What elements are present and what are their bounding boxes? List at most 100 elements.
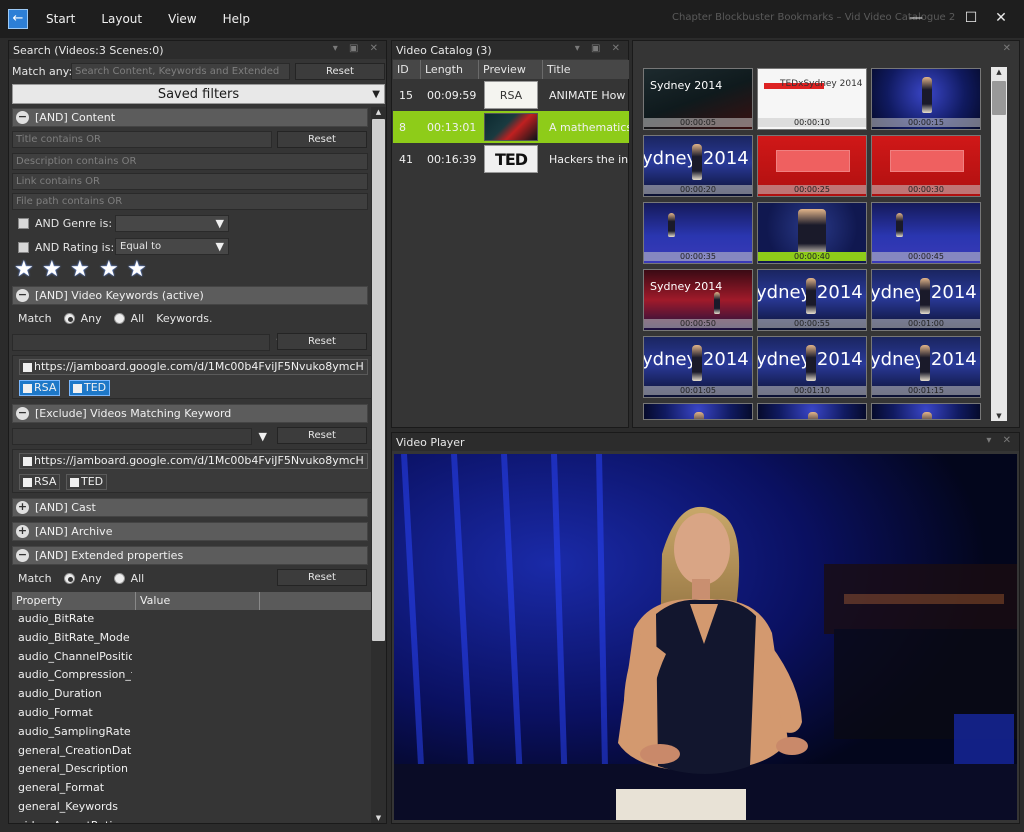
archive-section-header[interactable]: + [AND] Archive [12,522,368,541]
saved-filters-dropdown[interactable]: Saved filters ▼ [12,84,385,104]
rating-star-5-icon[interactable]: ★ [127,259,147,281]
collapse-icon[interactable]: − [16,407,29,420]
column-header-id[interactable]: ID [393,60,421,79]
column-header-length[interactable]: Length [421,60,479,79]
catalog-row[interactable]: 15 00:09:59 RSA ANIMATE How [393,79,629,111]
keywords-reset-button[interactable]: Reset [277,333,367,350]
column-header-value[interactable]: Value [136,592,260,610]
rating-star-2-icon[interactable]: ★ [42,259,62,281]
keywords-all-radio[interactable] [113,313,125,324]
rating-star-3-icon[interactable]: ★ [70,259,90,281]
extended-reset-button[interactable]: Reset [277,569,367,586]
scene-thumbnail[interactable] [871,403,981,420]
exclude-chip-ted[interactable]: TED [66,474,108,490]
scene-thumbnail[interactable]: 00:00:40 [757,202,867,264]
property-row[interactable]: audio_Format [12,704,132,723]
match-any-input[interactable]: Search Content, Keywords and Extended [71,63,290,80]
menu-view[interactable]: View [168,12,196,26]
scene-thumbnail[interactable]: 00:00:25 [757,135,867,197]
description-contains-input[interactable]: Description contains OR [12,153,368,170]
property-row[interactable]: audio_SamplingRate [12,723,132,742]
minimize-icon[interactable]: — [905,8,927,28]
close-icon[interactable]: ✕ [990,8,1012,28]
maximize-icon[interactable]: ☐ [960,8,982,28]
genre-checkbox[interactable] [18,218,29,229]
scene-thumbnail[interactable]: 00:00:35 [643,202,753,264]
scene-thumbnail[interactable]: ydney 2014 00:00:55 [757,269,867,331]
property-row[interactable]: general_CreationDate [12,742,132,761]
panel-close-icon[interactable]: ✕ [1003,43,1015,54]
panel-controls-icon[interactable]: ▾ ✕ [986,435,1015,446]
column-header-preview[interactable]: Preview [479,60,543,79]
scroll-down-icon[interactable]: ▼ [991,411,1007,421]
scene-thumbnail[interactable]: ydney 2014 00:01:10 [757,336,867,398]
scenes-scrollbar[interactable]: ▲ ▼ [991,67,1007,421]
scene-thumbnail[interactable] [757,403,867,420]
scene-thumbnail[interactable]: Sydney 2014 00:00:50 [643,269,753,331]
app-back-icon[interactable]: ← [8,9,28,29]
scene-thumbnail[interactable]: ydney 2014 00:01:15 [871,336,981,398]
property-row[interactable]: general_Keywords [12,798,132,817]
scene-thumbnail[interactable]: ydney 2014 00:00:20 [643,135,753,197]
collapse-icon[interactable]: − [16,289,29,302]
property-row[interactable]: audio_Compression_f [12,666,132,685]
scrollbar-thumb[interactable] [372,119,385,641]
scene-thumbnail[interactable]: Sydney 2014 00:00:05 [643,68,753,130]
extended-all-radio[interactable] [113,573,125,584]
rating-operator-select[interactable]: Equal to ▼ [115,238,229,255]
link-contains-input[interactable]: Link contains OR [12,173,368,190]
rating-checkbox[interactable] [18,242,29,253]
property-row[interactable]: audio_Duration [12,685,132,704]
panel-controls-icon[interactable]: ▾ ▣ ✕ [333,43,382,54]
filepath-contains-input[interactable]: File path contains OR [12,193,368,210]
video-frame[interactable] [394,454,1017,820]
property-row[interactable]: audio_BitRate [12,610,132,629]
extended-any-radio[interactable] [63,573,75,584]
exclude-reset-button[interactable]: Reset [277,427,367,444]
content-reset-button[interactable]: Reset [277,131,367,148]
catalog-row[interactable]: 8 00:13:01 A mathematics [393,111,629,143]
scroll-down-icon[interactable]: ▼ [371,813,386,823]
keyword-chip-jamboard[interactable]: https://jamboard.google.com/d/1Mc00b4Fvi… [19,359,368,375]
column-header-title[interactable]: Title [543,60,629,79]
search-scrollbar[interactable]: ▲ ▼ [371,107,386,823]
menu-layout[interactable]: Layout [101,12,142,26]
scrollbar-thumb[interactable] [992,81,1006,115]
column-header-property[interactable]: Property [12,592,136,610]
rating-star-1-icon[interactable]: ★ [14,259,34,281]
catalog-row[interactable]: 41 00:16:39 TED Hackers the in [393,143,629,175]
property-row[interactable]: audio_BitRate_Mode [12,629,132,648]
scene-thumbnail[interactable]: 00:00:30 [871,135,981,197]
expand-icon[interactable]: + [16,525,29,538]
property-row[interactable]: video_AspectRatio [12,817,132,823]
scene-thumbnail[interactable]: TEDxSydney 2014 00:00:10 [757,68,867,130]
collapse-icon[interactable]: − [16,549,29,562]
menu-start[interactable]: Start [46,12,75,26]
scroll-up-icon[interactable]: ▲ [991,67,1007,77]
exclude-keywords-select[interactable]: ▼ [12,428,267,445]
rating-star-4-icon[interactable]: ★ [99,259,119,281]
keyword-chip-ted[interactable]: TED [69,380,111,396]
exclude-section-header[interactable]: − [Exclude] Videos Matching Keyword [12,404,368,423]
keywords-select[interactable]: ▼ [12,334,285,351]
exclude-chip-jamboard[interactable]: https://jamboard.google.com/d/1Mc00b4Fvi… [19,453,368,469]
property-row[interactable]: general_Description [12,760,132,779]
panel-controls-icon[interactable]: ▾ ▣ ✕ [575,43,624,54]
cast-section-header[interactable]: + [AND] Cast [12,498,368,517]
genre-select[interactable]: ▼ [115,215,229,232]
scene-thumbnail[interactable]: 00:00:45 [871,202,981,264]
collapse-icon[interactable]: − [16,111,29,124]
content-section-header[interactable]: − [AND] Content [12,108,368,127]
scene-thumbnail[interactable]: ydney 2014 00:01:00 [871,269,981,331]
keywords-section-header[interactable]: − [AND] Video Keywords (active) [12,286,368,305]
scene-thumbnail[interactable]: 00:00:15 [871,68,981,130]
property-row[interactable]: general_Format [12,779,132,798]
property-row[interactable]: audio_ChannelPositio [12,648,132,667]
title-contains-input[interactable]: Title contains OR [12,131,272,148]
scene-thumbnail[interactable] [643,403,753,420]
expand-icon[interactable]: + [16,501,29,514]
exclude-chip-rsa[interactable]: RSA [19,474,61,490]
keyword-chip-rsa[interactable]: RSA [19,380,61,396]
keywords-any-radio[interactable] [63,313,75,324]
match-any-reset-button[interactable]: Reset [295,63,385,80]
